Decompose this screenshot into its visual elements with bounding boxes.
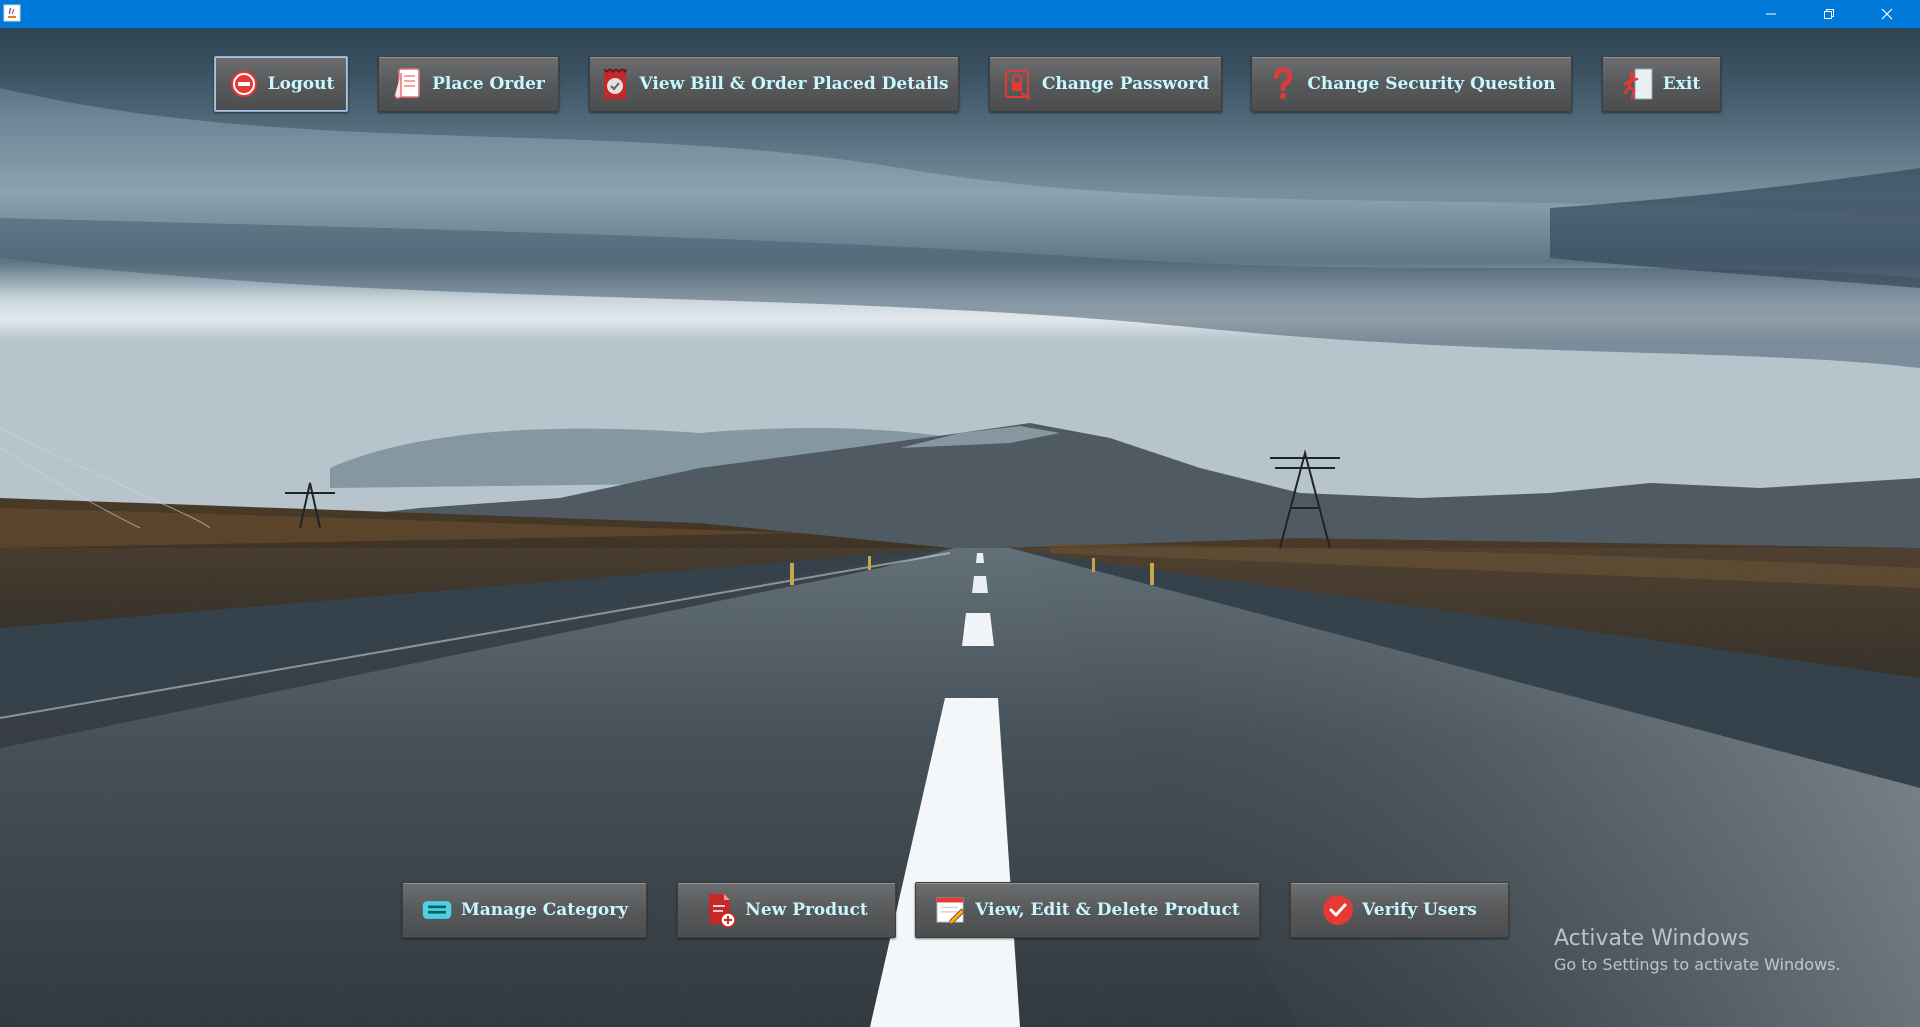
- change-password-button[interactable]: Change Password: [989, 56, 1222, 112]
- logout-icon: [228, 67, 260, 101]
- new-document-icon: [705, 893, 737, 928]
- verify-users-label: Verify Users: [1362, 900, 1477, 920]
- manage-category-label: Manage Category: [460, 900, 629, 920]
- place-order-label: Place Order: [432, 74, 545, 94]
- watermark-title: Activate Windows: [1554, 926, 1750, 951]
- change-security-question-button[interactable]: Change Security Question: [1251, 56, 1572, 112]
- view-edit-delete-product-label: View, Edit & Delete Product: [975, 900, 1240, 920]
- change-password-label: Change Password: [1041, 74, 1210, 94]
- edit-notepad-icon: [935, 893, 967, 927]
- title-bar[interactable]: [0, 0, 1920, 28]
- new-product-button[interactable]: New Product: [677, 882, 896, 938]
- manage-category-button[interactable]: Manage Category: [402, 882, 647, 938]
- activate-windows-watermark: Activate Windows Go to Settings to activ…: [1554, 924, 1841, 976]
- new-product-label: New Product: [745, 900, 868, 920]
- background-road-image: [0, 28, 1920, 1027]
- java-app-icon: [3, 4, 21, 22]
- place-order-button[interactable]: Place Order: [378, 56, 559, 112]
- password-lock-icon: [1002, 67, 1034, 101]
- watermark-subtitle: Go to Settings to activate Windows.: [1554, 955, 1841, 974]
- exit-button[interactable]: Exit: [1602, 56, 1721, 112]
- category-icon: [421, 893, 453, 927]
- view-bill-label: View Bill & Order Placed Details: [639, 74, 949, 94]
- close-button[interactable]: [1858, 0, 1916, 28]
- close-icon: [1881, 8, 1893, 20]
- question-mark-icon: [1267, 67, 1299, 101]
- restore-icon: [1824, 9, 1834, 19]
- view-edit-delete-product-button[interactable]: View, Edit & Delete Product: [915, 882, 1260, 938]
- checkmark-icon: [1322, 893, 1354, 927]
- exit-door-icon: [1623, 67, 1655, 101]
- minimize-button[interactable]: [1742, 0, 1800, 28]
- app-window: Logout Place Order View Bill & Order Pla…: [0, 0, 1920, 1027]
- logout-button[interactable]: Logout: [214, 56, 348, 112]
- verify-users-button[interactable]: Verify Users: [1290, 882, 1509, 938]
- restore-button[interactable]: [1800, 0, 1858, 28]
- change-security-question-label: Change Security Question: [1307, 74, 1556, 94]
- view-bill-button[interactable]: View Bill & Order Placed Details: [589, 56, 959, 112]
- exit-label: Exit: [1662, 74, 1701, 94]
- bill-icon: [599, 67, 631, 101]
- scroll-icon: [392, 67, 424, 101]
- logout-label: Logout: [267, 74, 335, 94]
- minimize-icon: [1766, 13, 1776, 15]
